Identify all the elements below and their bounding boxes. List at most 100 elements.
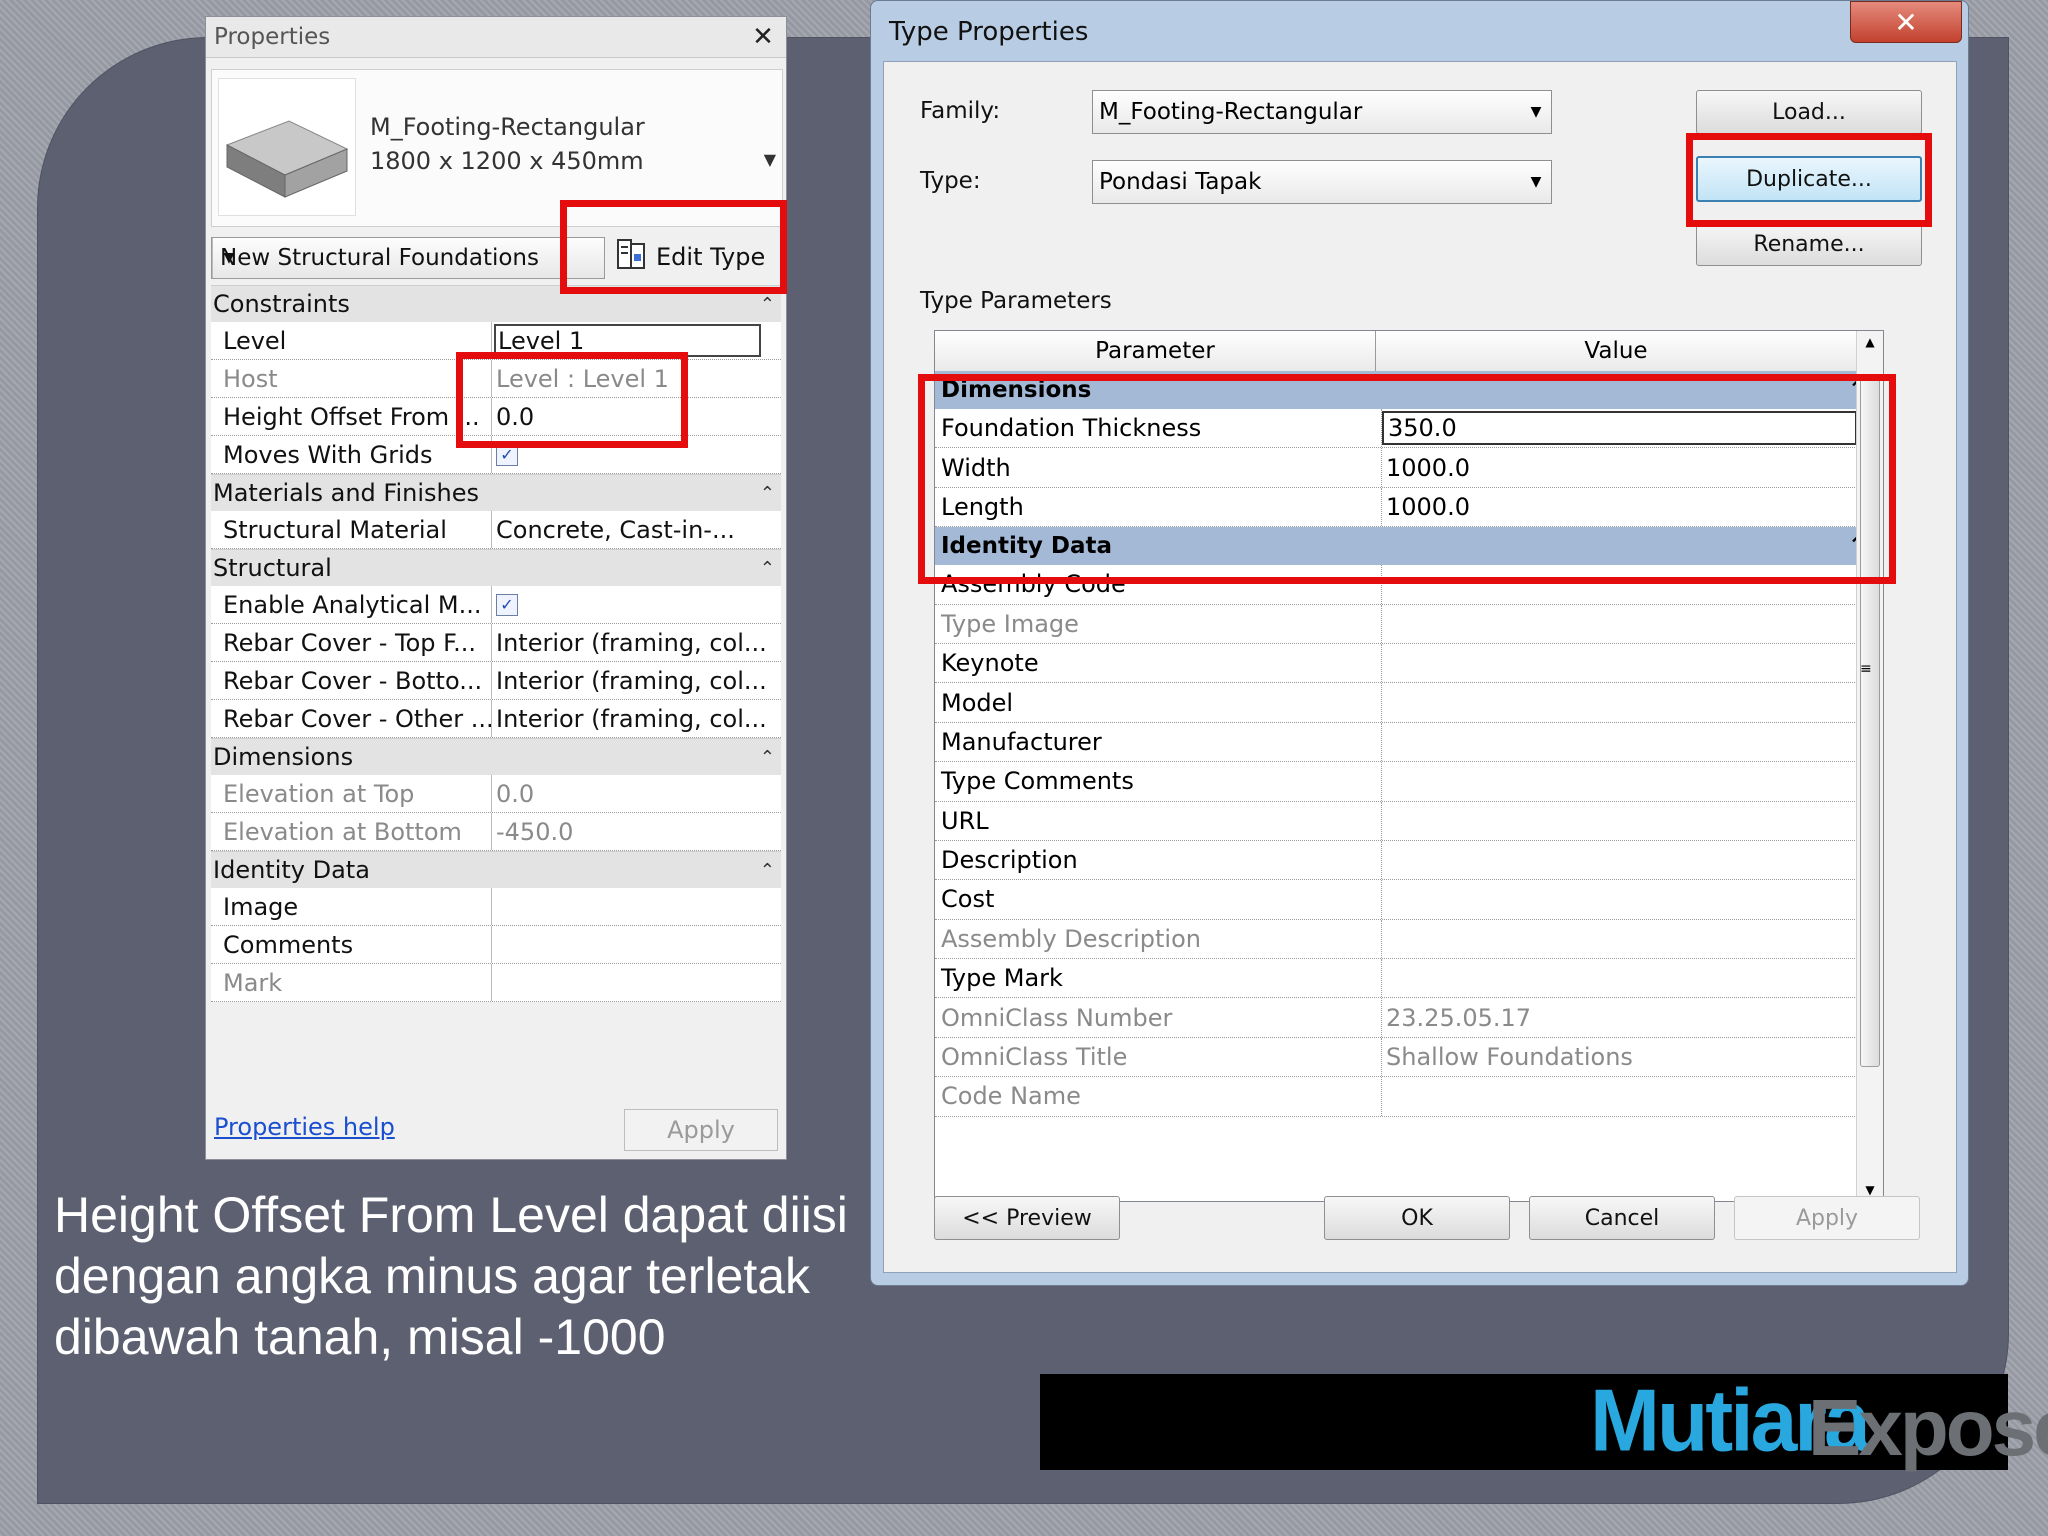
properties-footer: Properties help Apply (206, 1103, 786, 1159)
column-parameter[interactable]: Parameter (935, 331, 1376, 371)
parameter-value[interactable] (1382, 643, 1857, 683)
load-button[interactable]: Load... (1696, 90, 1922, 134)
apply-button[interactable]: Apply (624, 1109, 778, 1151)
chevron-down-icon: ▼ (1530, 174, 1542, 190)
category-label: Identity Data (213, 856, 370, 884)
apply-button[interactable]: Apply (1734, 1196, 1920, 1240)
properties-category[interactable]: Materials and Finishes ⌃ (211, 474, 781, 511)
parameter-name: Cost (935, 880, 1382, 919)
preview-button[interactable]: << Preview (934, 1196, 1120, 1240)
properties-category[interactable]: Structural ⌃ (211, 549, 781, 586)
property-row: Rebar Cover - Top F... Interior (framing,… (211, 624, 781, 662)
parameter-row: Keynote (935, 643, 1883, 684)
category-label: Constraints (213, 290, 350, 318)
parameter-row: Code Name (935, 1077, 1883, 1117)
collapse-icon[interactable]: ⌃ (760, 294, 775, 315)
category-label: Dimensions (213, 743, 354, 771)
parameter-value[interactable] (1382, 762, 1857, 801)
property-name: Structural Material (211, 511, 492, 548)
parameter-name: Code Name (935, 1077, 1382, 1116)
parameter-name: Assembly Description (935, 919, 1382, 959)
scroll-up-icon[interactable]: ▲ (1857, 335, 1883, 349)
parameter-value[interactable] (1382, 880, 1857, 919)
parameter-name: Keynote (935, 643, 1382, 683)
property-value[interactable] (492, 926, 781, 963)
instance-filter-dropdown[interactable]: New Structural Foundations ▼ (211, 237, 605, 279)
parameter-row: Model (935, 683, 1883, 723)
type-label: Type: (920, 168, 981, 194)
property-row: Image (211, 888, 781, 926)
highlight-edit-type (560, 200, 787, 294)
property-value[interactable] (492, 888, 781, 925)
parameter-name: OmniClass Title (935, 1037, 1382, 1077)
collapse-icon[interactable]: ⌃ (760, 747, 775, 768)
property-name: Enable Analytical M... (211, 586, 492, 623)
type-dropdown[interactable]: Pondasi Tapak ▼ (1092, 160, 1552, 204)
parameter-value[interactable] (1382, 683, 1857, 722)
property-name: Elevation at Bottom (211, 813, 492, 850)
property-row: Elevation at Top 0.0 (211, 775, 781, 813)
property-name: Rebar Cover - Botto... (211, 662, 492, 699)
parameter-name: Type Comments (935, 762, 1382, 801)
properties-category[interactable]: Identity Data ⌃ (211, 851, 781, 888)
cancel-button[interactable]: Cancel (1529, 1196, 1715, 1240)
type-family-name: M_Footing-Rectangular (370, 113, 645, 141)
property-name: Rebar Cover - Other ... (211, 700, 492, 737)
property-value: 0.0 (496, 779, 535, 808)
property-row: Rebar Cover - Other ... Interior (framing… (211, 700, 781, 738)
collapse-icon[interactable]: ⌃ (760, 483, 775, 504)
collapse-icon[interactable]: ⌃ (760, 860, 775, 881)
parameter-value (1382, 919, 1857, 959)
parameter-value[interactable] (1382, 959, 1857, 998)
property-value (492, 964, 781, 1001)
dialog-title: Type Properties (889, 17, 1089, 47)
properties-help-link[interactable]: Properties help (214, 1113, 395, 1141)
close-icon[interactable]: ✕ (748, 22, 778, 52)
parameter-row: Type Mark (935, 959, 1883, 999)
dialog-titlebar: Type Properties ✕ (871, 1, 1968, 63)
properties-titlebar: Properties ✕ (206, 17, 786, 58)
grip-icon: ≡ (1860, 661, 1872, 677)
column-value[interactable]: Value (1376, 331, 1857, 371)
highlight-duplicate (1686, 133, 1932, 227)
properties-title: Properties (214, 24, 331, 50)
logo-text-secondary: Expose (1808, 1383, 2048, 1472)
property-name: Mark (211, 964, 492, 1001)
property-value[interactable]: Concrete, Cast-in-... (492, 511, 781, 548)
property-value[interactable]: Interior (framing, col... (492, 662, 781, 699)
rename-button[interactable]: Rename... (1696, 222, 1922, 266)
parameter-value[interactable] (1382, 840, 1857, 880)
parameter-name: OmniClass Number (935, 998, 1382, 1037)
property-name: Level (211, 322, 492, 359)
scroll-down-icon[interactable]: ▼ (1857, 1183, 1883, 1197)
property-name: Moves With Grids (211, 436, 492, 473)
parameter-value (1382, 1077, 1857, 1116)
properties-category[interactable]: Dimensions ⌃ (211, 738, 781, 775)
property-value[interactable]: Interior (framing, col... (492, 624, 781, 661)
property-row: Comments (211, 926, 781, 964)
parameter-value[interactable] (1382, 801, 1857, 840)
type-name: M_Footing-Rectangular 1800 x 1200 x 450m… (370, 110, 645, 178)
properties-palette: Properties ✕ M_Footing-Rectangular 1800 … (205, 16, 787, 1160)
checkbox[interactable]: ✓ (496, 593, 518, 616)
parameter-name: URL (935, 801, 1382, 840)
family-dropdown[interactable]: M_Footing-Rectangular ▼ (1092, 90, 1552, 134)
property-value[interactable]: Interior (framing, col... (492, 700, 781, 737)
category-label: Structural (213, 554, 332, 582)
property-name: Rebar Cover - Top F... (211, 624, 492, 661)
collapse-icon[interactable]: ⌃ (760, 558, 775, 579)
chevron-down-icon[interactable]: ▼ (764, 150, 776, 169)
type-value: Pondasi Tapak (1099, 169, 1262, 195)
close-icon[interactable]: ✕ (1850, 1, 1962, 43)
property-value[interactable]: ✓ (492, 586, 781, 623)
parameter-row: Assembly Description (935, 919, 1883, 960)
highlight-dimensions (918, 374, 1896, 584)
table-header: Parameter Value = (935, 331, 1883, 372)
type-size: 1800 x 1200 x 450mm (370, 147, 644, 175)
ok-button[interactable]: OK (1324, 1196, 1510, 1240)
parameter-row: URL (935, 801, 1883, 841)
parameter-row: Type Image (935, 604, 1883, 644)
parameter-value[interactable] (1382, 722, 1857, 762)
parameter-value: Shallow Foundations (1382, 1037, 1857, 1077)
slide-caption: Height Offset From Level dapat diisi den… (54, 1187, 848, 1365)
